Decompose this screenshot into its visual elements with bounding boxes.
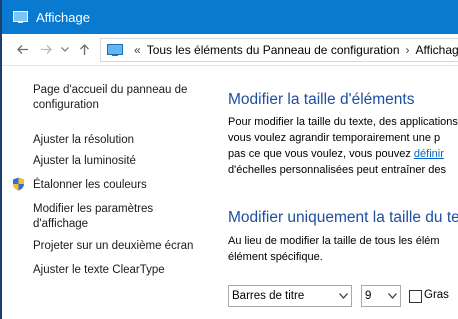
- sidebar-item-project[interactable]: Projeter sur un deuxième écran: [33, 239, 202, 254]
- address-box[interactable]: « Tous les éléments du Panneau de config…: [100, 37, 458, 62]
- main-content: Modifier la taille d'éléments Pour modif…: [228, 66, 458, 319]
- define-scale-link[interactable]: définir: [414, 148, 444, 160]
- bold-checkbox[interactable]: [409, 290, 422, 303]
- overflow-chevron[interactable]: «: [134, 43, 141, 57]
- crumb-display[interactable]: Affichage: [416, 43, 458, 57]
- section-description: d'échelles personnalisées peut entraîner…: [228, 164, 446, 176]
- chevron-down-icon: [335, 291, 351, 301]
- sidebar-item-brightness[interactable]: Ajuster la luminosité: [33, 154, 202, 169]
- sidebar-item-label: Page d'accueil du panneau de: [33, 84, 188, 96]
- title-bar: Affichage: [2, 0, 458, 34]
- arrow-left-icon[interactable]: [10, 38, 34, 62]
- section-description: Au lieu de modifier la taille de tous le…: [228, 235, 440, 247]
- address-bar: « Tous les éléments du Panneau de config…: [2, 34, 458, 66]
- arrow-up-icon[interactable]: [72, 38, 96, 62]
- sidebar-item-home[interactable]: Page d'accueil du panneau de configurati…: [33, 83, 202, 113]
- sidebar-item-label: d'affichage: [33, 218, 89, 230]
- display-icon: [13, 11, 28, 23]
- section-description: vous voulez agrandir temporairement une …: [228, 132, 441, 144]
- sidebar: Page d'accueil du panneau de configurati…: [2, 66, 202, 319]
- bold-label: Gras: [424, 289, 449, 301]
- control-panel-icon: [107, 43, 123, 56]
- sidebar-item-resolution[interactable]: Ajuster la résolution: [33, 133, 202, 148]
- shield-icon: [13, 177, 24, 191]
- chevron-down-icon: [384, 291, 400, 301]
- sidebar-item-label: configuration: [33, 99, 99, 111]
- crumb-separator[interactable]: ›: [406, 43, 410, 57]
- section-description: Pour modifier la taille du texte, des ap…: [228, 116, 458, 128]
- crumb-control-panel[interactable]: Tous les éléments du Panneau de configur…: [147, 43, 400, 57]
- section-title-size: Modifier la taille d'éléments: [228, 91, 415, 108]
- element-select[interactable]: Barres de titre: [228, 285, 352, 307]
- arrow-right-icon[interactable]: [34, 38, 58, 62]
- window-title: Affichage: [36, 9, 90, 25]
- section-description: élément spécifique.: [228, 251, 323, 263]
- sidebar-item-display-settings[interactable]: Modifier les paramètres d'affichage: [33, 202, 202, 232]
- sidebar-item-calibrate[interactable]: Étalonner les couleurs: [33, 178, 202, 193]
- font-size-select[interactable]: 9: [361, 285, 401, 307]
- sidebar-item-label: Modifier les paramètres: [33, 203, 154, 215]
- section-title-text-only: Modifier uniquement la taille du te: [228, 209, 458, 226]
- sidebar-item-cleartype[interactable]: Ajuster le texte ClearType: [33, 263, 202, 278]
- section-description: pas ce que vous voulez, vous pouvez défi…: [228, 148, 444, 160]
- chevron-down-icon[interactable]: [58, 38, 72, 62]
